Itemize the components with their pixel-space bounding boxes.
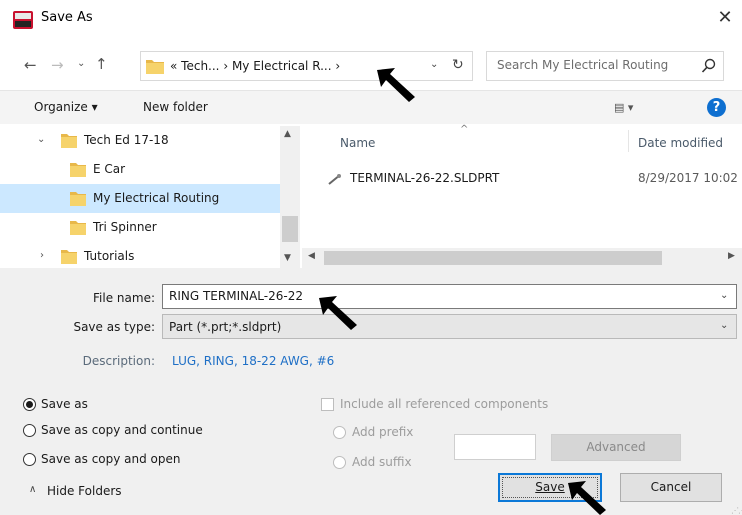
search-input[interactable] bbox=[497, 58, 687, 72]
table-row-file-name[interactable]: TERMINAL-26-22.SLDPRT bbox=[350, 171, 499, 185]
navigation-pane: ⌄ Tech Ed 17-18 E Car My Electrical Rout… bbox=[0, 126, 300, 268]
folder-icon bbox=[70, 162, 86, 180]
scroll-up-icon[interactable]: ▲ bbox=[284, 129, 291, 139]
folder-icon bbox=[70, 191, 86, 209]
add-prefix-radio[interactable] bbox=[333, 426, 346, 439]
address-dropdown-icon[interactable]: ⌄ bbox=[430, 59, 438, 70]
close-button[interactable]: ✕ bbox=[712, 6, 738, 32]
column-divider[interactable] bbox=[628, 130, 629, 152]
new-folder-button[interactable]: New folder bbox=[143, 100, 208, 114]
view-options-button[interactable]: ▤ ▾ bbox=[614, 101, 633, 114]
description-value: LUG, RING, 18-22 AWG, #6 bbox=[172, 354, 335, 368]
resize-grip-icon[interactable]: ⋰⋰ bbox=[731, 506, 742, 515]
save-as-copy-open-radio[interactable] bbox=[23, 453, 36, 466]
save-as-copy-continue-label[interactable]: Save as copy and continue bbox=[41, 423, 203, 437]
tree-item-tutorials[interactable]: › Tutorials bbox=[0, 242, 280, 271]
save-as-type-select[interactable]: Part (*.prt;*.sldprt) ⌄ bbox=[162, 314, 737, 339]
refresh-icon[interactable]: ↻ bbox=[452, 57, 464, 73]
toolbar: Organize ▾ New folder ▤ ▾ ? bbox=[0, 90, 742, 124]
chevron-right-icon[interactable]: › bbox=[40, 250, 44, 261]
chevron-down-icon[interactable]: ⌄ bbox=[37, 134, 45, 145]
save-button-label: Save bbox=[535, 480, 565, 494]
horizontal-scrollbar[interactable]: ◀ ▶ bbox=[302, 248, 742, 268]
column-header-name[interactable]: Name bbox=[340, 136, 375, 150]
save-as-copy-open-label[interactable]: Save as copy and open bbox=[41, 452, 181, 466]
tree-item-label: My Electrical Routing bbox=[93, 191, 220, 205]
breadcrumb-item-electrical[interactable]: My Electrical R... bbox=[232, 59, 332, 73]
annotation-arrow-icon bbox=[377, 68, 415, 102]
tree-item-label: Tutorials bbox=[84, 249, 135, 263]
search-icon[interactable] bbox=[701, 58, 717, 74]
cancel-button[interactable]: Cancel bbox=[620, 473, 722, 502]
folder-icon bbox=[146, 58, 164, 74]
add-suffix-radio[interactable] bbox=[333, 456, 346, 469]
folder-icon bbox=[70, 220, 86, 238]
tree-item-e-car[interactable]: E Car bbox=[0, 155, 280, 184]
column-header-date-modified[interactable]: Date modified bbox=[638, 136, 723, 150]
tree-item-label: Tech Ed 17-18 bbox=[84, 133, 169, 147]
title-bar: Save As ✕ bbox=[0, 0, 742, 38]
solidworks-app-icon bbox=[13, 11, 33, 29]
save-as-type-value: Part (*.prt;*.sldprt) bbox=[169, 320, 282, 334]
save-as-label[interactable]: Save as bbox=[41, 397, 88, 411]
save-as-radio[interactable] bbox=[23, 398, 36, 411]
include-references-checkbox[interactable] bbox=[321, 398, 334, 411]
annotation-arrow-icon bbox=[319, 296, 357, 330]
scroll-right-icon[interactable]: ▶ bbox=[728, 251, 735, 261]
folder-icon bbox=[61, 249, 77, 267]
scroll-left-icon[interactable]: ◀ bbox=[308, 251, 315, 261]
folder-icon bbox=[61, 133, 77, 151]
breadcrumb: « Tech... › My Electrical R... › bbox=[170, 59, 340, 73]
chevron-up-icon: ∧ bbox=[29, 484, 37, 495]
prefix-suffix-input[interactable] bbox=[454, 434, 536, 460]
save-as-copy-continue-radio[interactable] bbox=[23, 424, 36, 437]
scrollbar-thumb[interactable] bbox=[282, 216, 298, 242]
help-icon[interactable]: ? bbox=[707, 98, 726, 117]
scrollbar-thumb[interactable] bbox=[324, 251, 662, 265]
tree-item-label: Tri Spinner bbox=[93, 220, 157, 234]
organize-button[interactable]: Organize ▾ bbox=[34, 100, 98, 114]
file-name-input[interactable] bbox=[169, 289, 709, 303]
breadcrumb-item-tech[interactable]: Tech... bbox=[181, 59, 219, 73]
back-arrow-icon[interactable]: ← bbox=[24, 56, 37, 74]
tree-item-label: E Car bbox=[93, 162, 126, 176]
description-label: Description: bbox=[82, 354, 155, 368]
add-prefix-label[interactable]: Add prefix bbox=[352, 425, 413, 439]
tree-item-tri-spinner[interactable]: Tri Spinner bbox=[0, 213, 280, 242]
nav-pane-scrollbar[interactable]: ▲ ▼ bbox=[280, 126, 300, 268]
annotation-arrow-icon bbox=[568, 481, 606, 515]
chevron-down-icon[interactable]: ⌄ bbox=[720, 290, 728, 301]
window-title: Save As bbox=[41, 10, 93, 25]
advanced-button[interactable]: Advanced bbox=[551, 434, 681, 461]
part-file-icon bbox=[328, 173, 342, 185]
tree-item-my-electrical-routing[interactable]: My Electrical Routing bbox=[0, 184, 280, 213]
breadcrumb-separator-icon[interactable]: › bbox=[223, 59, 232, 73]
add-suffix-label[interactable]: Add suffix bbox=[352, 455, 412, 469]
save-as-type-label: Save as type: bbox=[73, 320, 155, 334]
table-row-file-date: 8/29/2017 10:02 bbox=[638, 171, 738, 185]
file-list: Name ^ Date modified TERMINAL-26-22.SLDP… bbox=[302, 124, 742, 268]
hide-folders-label: Hide Folders bbox=[47, 484, 122, 498]
tree-item-tech-ed[interactable]: ⌄ Tech Ed 17-18 bbox=[0, 126, 280, 155]
save-options-panel: File name: ⌄ Save as type: Part (*.prt;*… bbox=[0, 268, 742, 515]
breadcrumb-overflow[interactable]: « bbox=[170, 59, 177, 73]
breadcrumb-separator-icon[interactable]: › bbox=[335, 59, 340, 73]
include-references-label[interactable]: Include all referenced components bbox=[340, 397, 548, 411]
scroll-down-icon[interactable]: ⌄ bbox=[284, 252, 292, 262]
chevron-down-icon[interactable]: ⌄ bbox=[720, 320, 728, 331]
search-box[interactable] bbox=[486, 51, 724, 81]
up-arrow-icon[interactable]: ↑ bbox=[95, 55, 108, 73]
recent-locations-chevron-icon[interactable]: ⌄ bbox=[77, 58, 85, 69]
file-name-combobox[interactable]: ⌄ bbox=[162, 284, 737, 309]
sort-ascending-icon: ^ bbox=[460, 124, 469, 135]
address-bar[interactable]: « Tech... › My Electrical R... › ⌄ ↻ bbox=[140, 51, 473, 81]
file-name-label: File name: bbox=[93, 291, 155, 305]
forward-arrow-icon[interactable]: → bbox=[51, 56, 64, 74]
